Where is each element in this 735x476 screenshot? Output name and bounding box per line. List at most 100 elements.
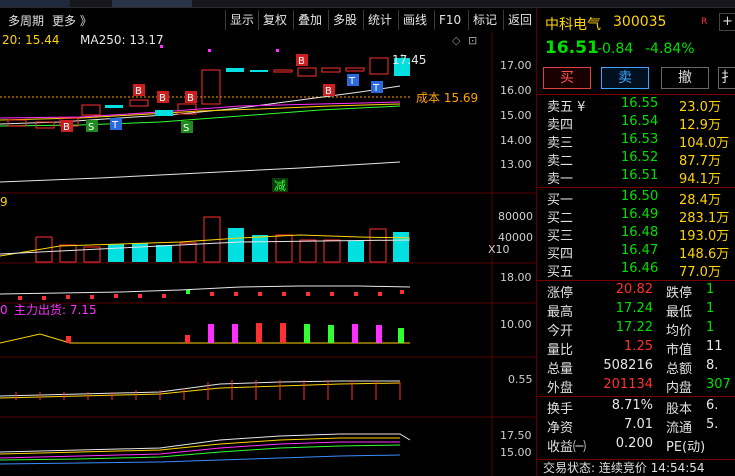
- diamond-icon[interactable]: ◇: [452, 34, 461, 47]
- divider: [537, 280, 735, 281]
- overlay-button[interactable]: 叠加: [293, 10, 326, 30]
- candle: [155, 110, 173, 116]
- fund-bar: [185, 335, 190, 343]
- stat-value: 17.22: [615, 320, 653, 335]
- stat-value: 8.: [706, 358, 719, 373]
- stat-label: 最高: [547, 305, 574, 320]
- statistics-button[interactable]: 统计: [363, 10, 396, 30]
- stat-row: 今开 17.22 均价 1: [537, 320, 735, 339]
- fund-bar: [328, 325, 334, 343]
- panel6-tick: 17.50: [500, 429, 532, 442]
- fund-flow-left-value: 0: [0, 303, 8, 317]
- window-tab-1[interactable]: [0, 0, 70, 7]
- panel5-tick: 0.55: [508, 373, 533, 386]
- mark-button[interactable]: 标记: [468, 10, 501, 30]
- candle: [321, 67, 341, 73]
- divider: [537, 94, 735, 95]
- volume-bar: [393, 232, 409, 262]
- window-tab-2[interactable]: [112, 0, 192, 7]
- buy-level-4[interactable]: 买四 16.47 148.6万: [537, 243, 735, 262]
- chart-toolbar: 多周期 更多 》 显示 复权 叠加 多股 统计 画线 F10 标记 返回: [0, 8, 536, 32]
- volume-bar: [369, 228, 387, 263]
- level-label: 买五: [547, 265, 574, 280]
- cancel-order-button[interactable]: 撤: [661, 67, 709, 89]
- stat-value: 8.71%: [611, 398, 653, 413]
- buy-level-2[interactable]: 买二 16.49 283.1万: [537, 207, 735, 226]
- stat-label: 跌停: [666, 286, 693, 301]
- buy-level-5[interactable]: 买五 16.46 77.0万: [537, 261, 735, 280]
- draw-line-button[interactable]: 画线: [398, 10, 431, 30]
- level-label: 卖四: [547, 118, 574, 133]
- cost-label: 成本 15.69: [416, 91, 478, 105]
- display-button[interactable]: 显示: [225, 10, 258, 30]
- multi-period-button[interactable]: 多周期: [8, 12, 44, 29]
- t-marker-text: T: [111, 120, 119, 131]
- volume-tick: 80000: [498, 210, 533, 223]
- level-price: 16.55: [621, 96, 659, 111]
- marker-dot: [208, 49, 211, 52]
- sell-button[interactable]: 卖: [601, 67, 649, 89]
- volume-bar: [156, 245, 172, 262]
- high-label: 17.45: [392, 53, 426, 67]
- buy-level-3[interactable]: 买三 16.48 193.0万: [537, 225, 735, 244]
- stat-row: 换手 8.71% 股本 6.: [537, 398, 735, 417]
- level-volume: 104.0万: [679, 136, 730, 151]
- price-tick: 14.00: [500, 134, 532, 147]
- panel3-tick: 18.00: [500, 271, 532, 284]
- stat-row: 涨停 20.82 跌停 1: [537, 282, 735, 301]
- sell-level-2[interactable]: 卖二 16.52 87.7万: [537, 150, 735, 169]
- fund-bar: [256, 323, 262, 343]
- stat-label: 外盘: [547, 381, 574, 396]
- stat-label: 均价: [666, 324, 693, 339]
- panel5-ticks: [15, 380, 401, 400]
- volume-bar: [59, 244, 77, 263]
- candle: [273, 69, 293, 73]
- level-price: 16.53: [621, 132, 659, 147]
- level-volume: 87.7万: [679, 154, 721, 169]
- adjust-button[interactable]: 复权: [258, 10, 291, 30]
- price-tick: 17.00: [500, 59, 532, 72]
- back-button[interactable]: 返回: [503, 10, 536, 30]
- kline-chart[interactable]: 20: 15.44 MA250: 13.17 ◇ ⊡ 17.00 16.00 1…: [0, 32, 536, 476]
- stock-name: 中科电气: [545, 17, 601, 33]
- ma20-label: 20: 15.44: [2, 33, 59, 47]
- f10-button[interactable]: F10: [434, 10, 465, 30]
- reduce-marker-text: 减: [274, 179, 286, 193]
- volume-bar: [323, 239, 341, 263]
- buy-level-1[interactable]: 买一 16.50 28.4万: [537, 189, 735, 208]
- level-volume: 283.1万: [679, 211, 730, 226]
- extra-trade-button[interactable]: 扌: [718, 67, 735, 89]
- sell-level-3[interactable]: 卖三 16.53 104.0万: [537, 132, 735, 151]
- volume-bar: [275, 234, 293, 263]
- panel3-dots: [18, 290, 404, 300]
- candle: [129, 99, 149, 107]
- sell-level-5[interactable]: 卖五 ¥ 16.55 23.0万: [537, 96, 735, 115]
- stat-label: 量比: [547, 343, 574, 358]
- stat-value: 6.: [706, 398, 719, 413]
- collapse-icon[interactable]: ⊡: [468, 34, 477, 47]
- panel6-tick: 15.00: [500, 446, 532, 459]
- trade-status: 交易状态: 连续竞价 14:54:54: [537, 459, 735, 476]
- stat-value: 307: [706, 377, 731, 392]
- fund-bar: [376, 325, 382, 343]
- price-tick: 15.00: [500, 109, 532, 122]
- stat-row: 外盘 201134 内盘 307: [537, 377, 735, 396]
- sell-level-1[interactable]: 卖一 16.51 94.1万: [537, 168, 735, 187]
- stat-row: 最高 17.24 最低 1: [537, 301, 735, 320]
- sell-level-4[interactable]: 卖四 16.54 12.9万: [537, 114, 735, 133]
- ma-line-magenta: [0, 101, 401, 119]
- multi-stock-button[interactable]: 多股: [328, 10, 361, 30]
- stat-label: 市值: [666, 343, 693, 358]
- stat-label: PE(动): [666, 440, 706, 455]
- level-label: 买四: [547, 247, 574, 262]
- b-marker-text: B: [63, 122, 70, 133]
- level-price: 16.47: [621, 243, 659, 258]
- panel3-dot: [18, 296, 22, 300]
- b-marker-text: B: [135, 86, 142, 97]
- add-icon[interactable]: +: [719, 13, 735, 31]
- price-tick: 13.00: [500, 158, 532, 171]
- stat-value: 1.25: [624, 339, 653, 354]
- buy-button[interactable]: 买: [543, 67, 591, 89]
- more-button[interactable]: 更多 》: [52, 12, 92, 29]
- fund-bar: [66, 336, 71, 343]
